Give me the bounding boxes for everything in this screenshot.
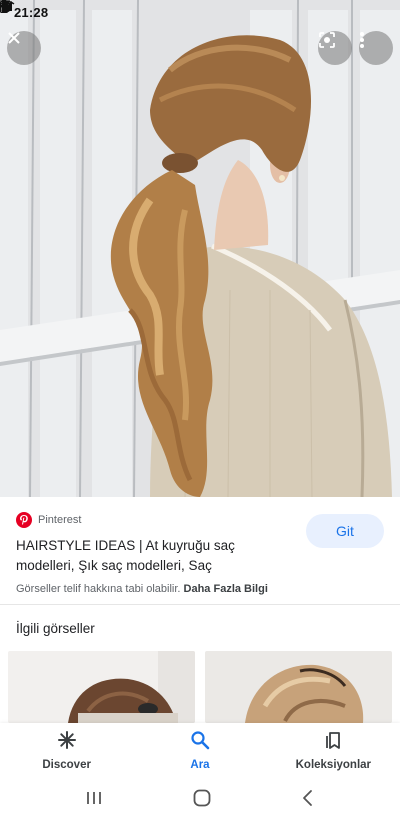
close-button[interactable] — [7, 31, 41, 65]
related-image-2 — [205, 651, 392, 723]
search-icon — [190, 730, 210, 755]
source-name: Pinterest — [38, 514, 82, 526]
more-info-link[interactable]: Daha Fazla Bilgi — [184, 583, 268, 595]
result-info: Pinterest HAIRSTYLE IDEAS | At kuyruğu s… — [0, 497, 400, 604]
status-time: 21:28 — [14, 4, 49, 20]
result-title[interactable]: HAIRSTYLE IDEAS | At kuyruğu saç modelle… — [16, 536, 281, 576]
nav-discover[interactable]: Discover — [0, 723, 133, 778]
related-image-1 — [8, 651, 195, 723]
visit-button[interactable]: Git — [306, 514, 384, 548]
nav-search[interactable]: Ara — [133, 723, 266, 778]
asterisk-icon — [57, 730, 77, 755]
system-navigation-bar — [0, 778, 400, 822]
related-image[interactable] — [205, 651, 392, 723]
copyright-text: Görseller telif hakkına tabi olabilir. — [16, 583, 181, 595]
back-icon[interactable] — [301, 789, 315, 812]
lens-button[interactable] — [318, 31, 352, 65]
related-images-heading: İlgili görseller — [16, 621, 95, 636]
copyright-notice: Görseller telif hakkına tabi olabilir. D… — [16, 583, 268, 595]
bookmarks-icon — [323, 730, 343, 755]
more-options-button[interactable] — [359, 31, 393, 65]
nav-discover-label: Discover — [42, 759, 91, 771]
hairstyle-photo — [0, 0, 400, 497]
related-image[interactable] — [8, 651, 195, 723]
divider — [0, 604, 400, 605]
bottom-navigation: Discover Ara Koleksiyonlar — [0, 723, 400, 778]
nav-search-label: Ara — [190, 759, 210, 771]
result-image[interactable]: 21:28 — [0, 0, 400, 497]
home-icon[interactable] — [192, 788, 212, 813]
status-bar: 21:28 — [0, 0, 400, 24]
pinterest-logo-icon — [16, 512, 32, 528]
nav-collections[interactable]: Koleksiyonlar — [267, 723, 400, 778]
recents-icon[interactable] — [85, 790, 103, 811]
nav-collections-label: Koleksiyonlar — [295, 759, 372, 771]
